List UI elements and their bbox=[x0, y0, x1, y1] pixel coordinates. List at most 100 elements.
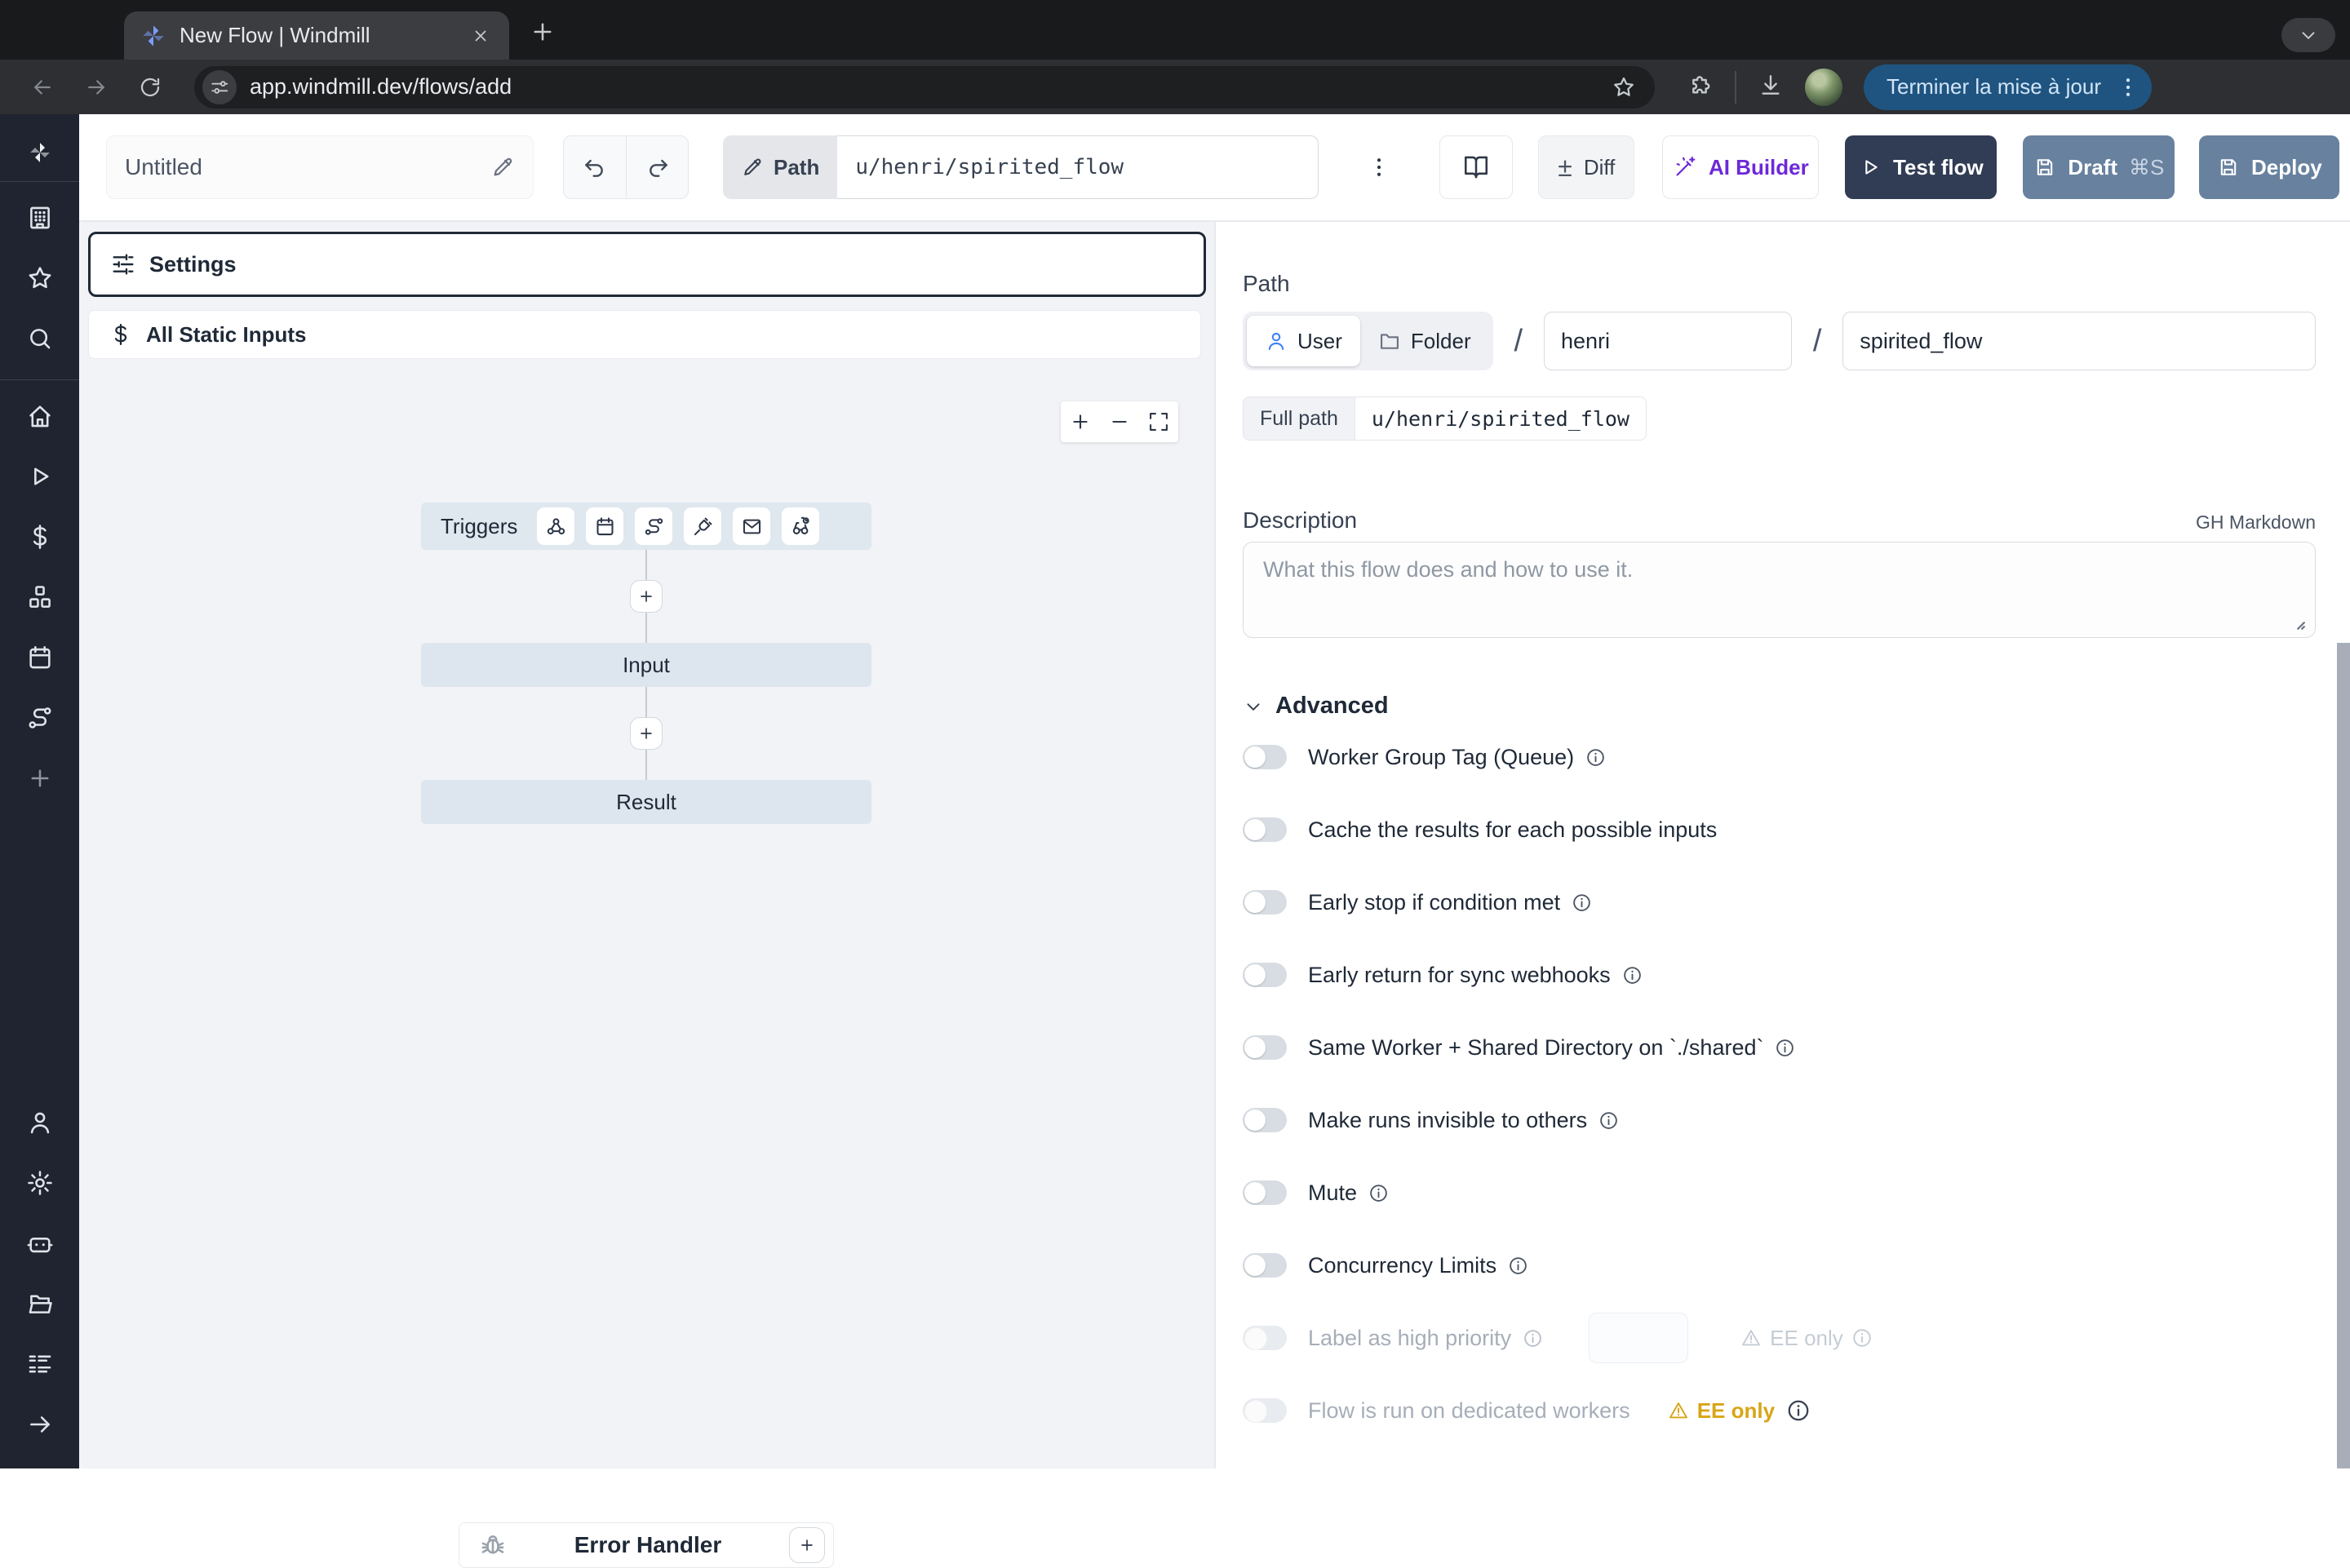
sidebar-item-variables[interactable] bbox=[16, 512, 64, 561]
webhook-trigger-button[interactable] bbox=[537, 507, 574, 545]
chrome-menu-icon[interactable] bbox=[2116, 75, 2140, 100]
sidebar-expand-button[interactable] bbox=[16, 1400, 64, 1449]
gear-icon bbox=[26, 1169, 54, 1197]
invisible-runs-toggle[interactable] bbox=[1243, 1108, 1287, 1132]
browser-chrome: New Flow | Windmill app.windmill.dev/flo… bbox=[0, 0, 2350, 114]
panel-scrollbar[interactable] bbox=[2337, 643, 2350, 1468]
poll-trigger-button[interactable] bbox=[782, 507, 819, 545]
more-options-button[interactable] bbox=[1363, 143, 1395, 192]
priority-value-input[interactable] bbox=[1589, 1313, 1688, 1363]
cache-results-toggle[interactable] bbox=[1243, 817, 1287, 842]
tab-close-icon[interactable] bbox=[468, 24, 493, 48]
worker-group-tag-toggle[interactable] bbox=[1243, 745, 1287, 769]
high-priority-toggle[interactable] bbox=[1243, 1326, 1287, 1350]
info-icon[interactable] bbox=[1851, 1327, 1873, 1349]
triggers-node[interactable]: Triggers bbox=[421, 503, 871, 550]
early-return-toggle[interactable] bbox=[1243, 963, 1287, 987]
info-icon[interactable] bbox=[1572, 893, 1592, 913]
all-static-inputs-card[interactable]: All Static Inputs bbox=[88, 310, 1201, 359]
redo-button[interactable] bbox=[626, 136, 688, 198]
input-node[interactable]: Input bbox=[421, 643, 871, 687]
pencil-icon[interactable] bbox=[490, 155, 515, 179]
sidebar-item-create[interactable] bbox=[16, 754, 64, 803]
tab-search-chevron-icon[interactable] bbox=[2281, 18, 2335, 52]
owner-kind-user[interactable]: User bbox=[1247, 316, 1360, 366]
settings-card[interactable]: Settings bbox=[88, 232, 1206, 297]
info-icon[interactable] bbox=[1598, 1110, 1619, 1131]
resize-grip-icon[interactable] bbox=[2285, 609, 2309, 634]
add-step-button[interactable] bbox=[630, 580, 663, 613]
owner-input[interactable] bbox=[1544, 312, 1792, 370]
docs-button[interactable] bbox=[1439, 135, 1513, 199]
path-edit-button[interactable]: Path bbox=[723, 135, 837, 199]
back-button[interactable] bbox=[20, 64, 65, 110]
fit-view-icon[interactable] bbox=[1147, 410, 1170, 433]
browser-tab[interactable]: New Flow | Windmill bbox=[124, 11, 509, 60]
error-handler-node[interactable]: Error Handler bbox=[459, 1522, 834, 1568]
sidebar-item-users[interactable] bbox=[16, 1098, 64, 1147]
sidebar-item-settings[interactable] bbox=[16, 1158, 64, 1207]
flow-canvas[interactable]: Settings All Static Inputs Triggers Inpu… bbox=[79, 222, 1214, 1468]
info-icon[interactable] bbox=[1622, 965, 1643, 986]
profile-avatar[interactable] bbox=[1805, 69, 1842, 106]
ee-only-badge: EE only bbox=[1740, 1326, 1873, 1351]
undo-button[interactable] bbox=[564, 136, 626, 198]
schedule-trigger-button[interactable] bbox=[586, 507, 623, 545]
early-stop-toggle[interactable] bbox=[1243, 890, 1287, 915]
sidebar-item-workspace[interactable] bbox=[16, 193, 64, 242]
add-step-button[interactable] bbox=[630, 717, 663, 750]
forward-button[interactable] bbox=[73, 64, 119, 110]
advanced-section-header[interactable]: Advanced bbox=[1243, 693, 2316, 720]
same-worker-toggle[interactable] bbox=[1243, 1035, 1287, 1060]
bookmark-star-icon[interactable] bbox=[1601, 64, 1647, 110]
diff-button[interactable]: ± Diff bbox=[1538, 135, 1634, 199]
add-error-handler-button[interactable] bbox=[789, 1527, 825, 1563]
draft-button[interactable]: Draft ⌘S bbox=[2023, 135, 2175, 199]
toggle-label: Concurrency Limits bbox=[1308, 1253, 1496, 1278]
description-textarea[interactable] bbox=[1243, 542, 2316, 638]
dedicated-workers-toggle[interactable] bbox=[1243, 1398, 1287, 1423]
chrome-update-button[interactable]: Terminer la mise à jour bbox=[1864, 64, 2152, 110]
divider bbox=[0, 181, 79, 182]
owner-kind-folder[interactable]: Folder bbox=[1360, 316, 1489, 366]
sidebar-item-workers[interactable] bbox=[16, 1219, 64, 1268]
concurrency-limits-toggle[interactable] bbox=[1243, 1253, 1287, 1278]
sidebar-item-resources[interactable] bbox=[16, 573, 64, 622]
binoculars-clock-icon bbox=[790, 516, 812, 538]
info-icon[interactable] bbox=[1523, 1328, 1543, 1349]
http-route-trigger-button[interactable] bbox=[635, 507, 672, 545]
email-trigger-button[interactable] bbox=[733, 507, 770, 545]
sidebar-item-schedules[interactable] bbox=[16, 633, 64, 682]
info-icon[interactable] bbox=[1508, 1256, 1528, 1276]
site-info-icon[interactable] bbox=[202, 70, 237, 104]
sidebar-item-runs[interactable] bbox=[16, 452, 64, 501]
sidebar-item-home[interactable] bbox=[16, 392, 64, 441]
sidebar-item-search[interactable] bbox=[16, 314, 64, 363]
test-flow-button[interactable]: Test flow bbox=[1845, 135, 1997, 199]
result-node[interactable]: Result bbox=[421, 780, 871, 824]
url-bar[interactable]: app.windmill.dev/flows/add bbox=[194, 66, 1655, 109]
sidebar-item-routes[interactable] bbox=[16, 693, 64, 742]
sidebar-item-logs[interactable] bbox=[16, 1340, 64, 1389]
path-input[interactable] bbox=[837, 135, 1319, 199]
owner-kind-segmented: User Folder bbox=[1243, 312, 1493, 370]
websocket-trigger-button[interactable] bbox=[684, 507, 721, 545]
reload-button[interactable] bbox=[127, 64, 173, 110]
zoom-in-icon[interactable] bbox=[1069, 410, 1092, 433]
new-tab-button[interactable] bbox=[529, 18, 556, 50]
downloads-icon[interactable] bbox=[1758, 72, 1784, 102]
sidebar-item-favorites[interactable] bbox=[16, 254, 64, 303]
flow-name-field[interactable]: Untitled bbox=[106, 135, 534, 199]
sidebar-item-folders[interactable] bbox=[16, 1279, 64, 1328]
info-icon[interactable] bbox=[1368, 1183, 1389, 1203]
info-icon[interactable] bbox=[1775, 1038, 1795, 1058]
info-icon[interactable] bbox=[1786, 1398, 1811, 1423]
flow-name-text: Untitled bbox=[125, 154, 490, 180]
zoom-out-icon[interactable] bbox=[1108, 410, 1131, 433]
flow-name-input[interactable] bbox=[1842, 312, 2316, 370]
info-icon[interactable] bbox=[1585, 747, 1606, 768]
mute-toggle[interactable] bbox=[1243, 1180, 1287, 1205]
deploy-button[interactable]: Deploy bbox=[2199, 135, 2339, 199]
ai-builder-button[interactable]: AI Builder bbox=[1662, 135, 1819, 199]
extensions-icon[interactable] bbox=[1687, 72, 1714, 102]
